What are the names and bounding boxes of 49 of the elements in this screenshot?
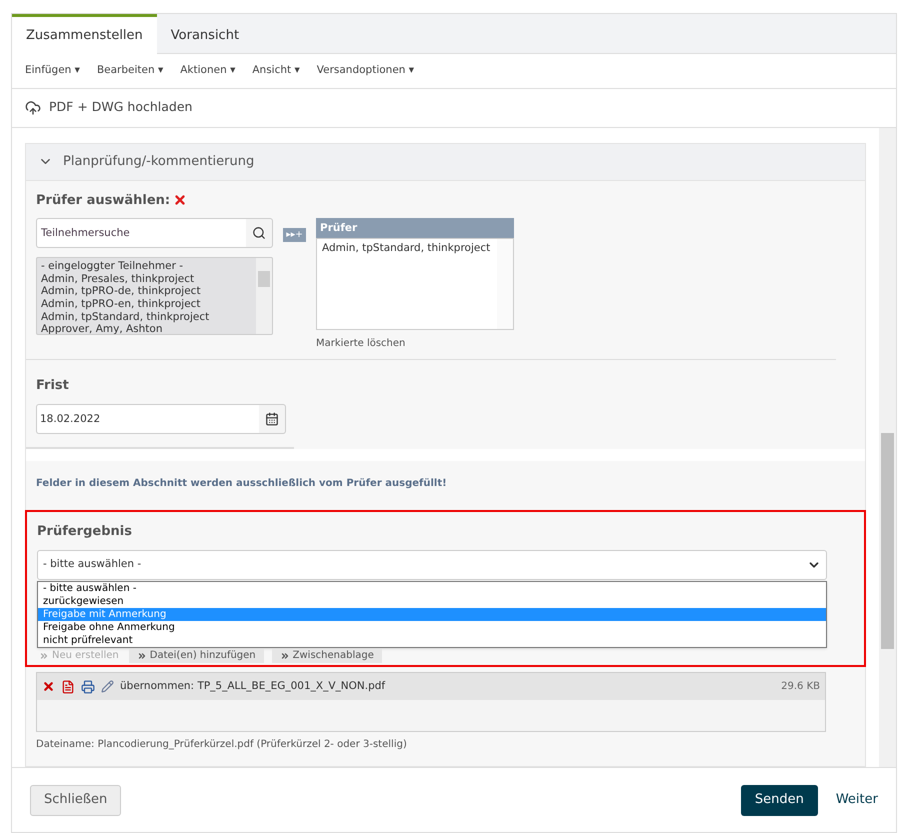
result-option[interactable]: Freigabe ohne Anmerkung — [38, 621, 826, 634]
file-size: 29.6 KB — [781, 680, 820, 694]
notice-text: Felder in diesem Abschnitt werden ausschließlich vom Prüfer ausgefüllt! — [36, 476, 448, 491]
participant-option[interactable]: Admin, tpStandard, thinkproject — [41, 310, 252, 324]
double-chevron-icon — [39, 651, 49, 662]
result-option[interactable]: zurückgewiesen — [38, 595, 826, 608]
menu-item[interactable]: Ansicht ▾ — [252, 63, 300, 79]
scrollbar[interactable] — [497, 239, 513, 330]
result-option[interactable]: - bitte auswählen - — [38, 582, 826, 596]
result-option[interactable]: nicht prüfrelevant — [38, 634, 826, 648]
pencil-icon[interactable] — [101, 680, 114, 694]
participant-option[interactable]: Admin, tpPRO-de, thinkproject — [41, 285, 252, 298]
pdf-icon[interactable] — [61, 680, 75, 694]
printer-icon[interactable] — [81, 680, 95, 694]
tab[interactable]: Voransicht — [156, 14, 254, 54]
attachment-action-button[interactable]: Datei(en) hinzufügen — [128, 649, 264, 664]
tab[interactable]: Zusammenstellen — [12, 14, 157, 54]
double-chevron-icon — [136, 651, 147, 662]
delete-icon[interactable] — [42, 680, 55, 694]
result-select[interactable]: - bitte auswählen - — [37, 550, 827, 580]
upload-button[interactable]: PDF + DWG hochladen — [25, 98, 192, 118]
participant-option[interactable]: - eingeloggter Teilnehmer - — [41, 260, 252, 273]
participant-option[interactable]: Admin, tpPRO-en, thinkproject — [41, 298, 252, 311]
deadline-label: Frist — [36, 377, 70, 396]
close-button[interactable]: Schließen — [30, 784, 122, 816]
participant-list[interactable]: - eingeloggter Teilnehmer - Admin, Presales, thinkproject Admin, tpPRO-de, thinkproject Admin, tpPRO-en, thinkproject Admin, tpStandard, thinkproject Approver, Amy, Ashton — [36, 257, 273, 336]
file-name: übernommen: TP_5_ALL_BE_EG_001_X_V_NON.pdf — [120, 678, 386, 694]
file-name-hint: Dateiname: Plancodierung_Prüferkürzel.pdf (Prüferkürzel 2- oder 3-stellig) — [36, 738, 408, 752]
section-header[interactable]: Planprüfung/-kommentierung — [26, 144, 865, 181]
result-label: Prüfergebnis — [37, 522, 133, 541]
cross-icon — [173, 193, 188, 208]
clear-marked-link[interactable]: Markierte löschen — [316, 336, 514, 352]
menu-item[interactable]: Einfügen ▾ — [25, 63, 80, 79]
double-chevron-icon — [280, 651, 290, 662]
attachment-action-button[interactable]: Zwischenablage — [272, 649, 382, 664]
reviewer-option[interactable]: Admin, tpStandard, thinkproject — [322, 241, 492, 257]
scrollbar[interactable] — [879, 128, 896, 768]
reviewer-label: Prüfer auswählen: — [36, 192, 170, 210]
send-button[interactable]: Senden — [740, 784, 818, 816]
menu-item[interactable]: Aktionen ▾ — [180, 63, 236, 79]
reviewer-list[interactable]: Admin, tpStandard, thinkproject — [316, 238, 514, 330]
cloud-upload-icon — [25, 100, 41, 116]
scrollbar[interactable] — [256, 258, 272, 334]
reviewer-list-header: Prüfer — [316, 218, 514, 238]
participant-option[interactable]: Approver, Amy, Ashton — [41, 323, 252, 334]
menu-item[interactable]: Versandoptionen ▾ — [316, 63, 414, 79]
menu-item[interactable]: Bearbeiten ▾ — [96, 63, 164, 79]
next-button[interactable]: Weiter — [836, 790, 878, 810]
participant-option[interactable]: Admin, Presales, thinkproject — [41, 272, 252, 286]
